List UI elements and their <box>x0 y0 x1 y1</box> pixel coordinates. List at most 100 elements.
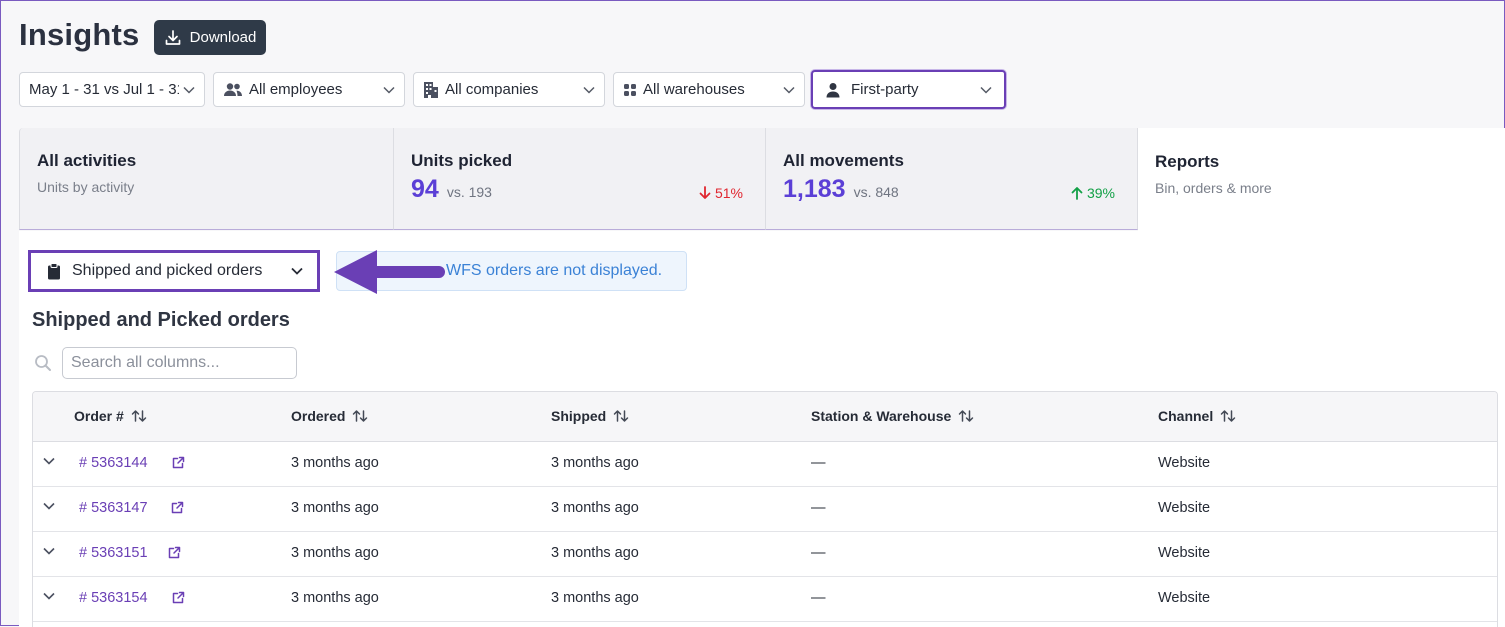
table-row: # 5363154 3 months ago 3 months ago — We… <box>33 576 1497 622</box>
metric-comparison: vs. 848 <box>853 184 899 200</box>
warehouses-label: All warehouses <box>643 81 745 98</box>
station-cell: — <box>811 545 826 561</box>
tab-all-movements[interactable]: All movements 1,183 vs. 848 39% <box>766 128 1138 230</box>
ordered-cell: 3 months ago <box>291 545 379 561</box>
ordered-cell: 3 months ago <box>291 455 379 471</box>
download-label: Download <box>189 29 257 46</box>
column-header-channel[interactable]: Channel <box>1158 408 1236 424</box>
party-label: First-party <box>851 81 919 98</box>
chevron-down-icon <box>583 86 595 94</box>
report-type-dropdown[interactable]: Shipped and picked orders <box>28 250 320 292</box>
external-link-icon[interactable] <box>172 591 185 604</box>
party-filter[interactable]: First-party <box>811 70 1006 109</box>
employees-label: All employees <box>249 81 343 98</box>
sort-icon <box>353 410 368 422</box>
channel-cell: Website <box>1158 545 1211 561</box>
page-title: Insights <box>19 17 140 52</box>
chevron-down-icon <box>783 86 795 94</box>
tab-title: All movements <box>783 151 904 170</box>
employees-filter[interactable]: All employees <box>213 72 405 107</box>
tab-subtitle: Bin, orders & more <box>1155 180 1272 196</box>
column-label: Station & Warehouse <box>811 408 952 424</box>
table-header: Order # Ordered Shipped Station & Wareho… <box>33 392 1497 442</box>
tab-title: All activities <box>37 151 137 170</box>
date-range-filter[interactable]: May 1 - 31 vs Jul 1 - 31 <box>19 72 205 107</box>
sort-icon <box>1220 410 1236 422</box>
external-link-icon[interactable] <box>168 546 181 559</box>
station-cell: — <box>811 455 826 471</box>
download-button[interactable]: Download <box>154 20 266 55</box>
station-cell: — <box>811 500 826 516</box>
date-range-label: May 1 - 31 vs Jul 1 - 31 <box>29 81 179 98</box>
shipped-cell: 3 months ago <box>551 455 639 471</box>
orders-table: Order # Ordered Shipped Station & Wareho… <box>32 391 1498 627</box>
person-icon <box>825 82 841 98</box>
tab-title: Reports <box>1155 152 1220 171</box>
delta-value: 51% <box>714 185 743 201</box>
grid-icon <box>623 83 637 97</box>
column-header-station[interactable]: Station & Warehouse <box>811 408 974 424</box>
report-type-label: Shipped and picked orders <box>72 262 263 279</box>
people-icon <box>223 82 243 98</box>
ordered-cell: 3 months ago <box>291 590 379 606</box>
shipped-cell: 3 months ago <box>551 590 639 606</box>
companies-filter[interactable]: All companies <box>413 72 605 107</box>
delta-badge: 39% <box>1071 185 1115 201</box>
column-header-order[interactable]: Order # <box>74 408 147 424</box>
metric-value: 94 <box>411 175 439 203</box>
channel-cell: Website <box>1158 455 1211 471</box>
warehouses-filter[interactable]: All warehouses <box>613 72 805 107</box>
station-cell: — <box>811 590 826 606</box>
chevron-down-icon <box>291 267 303 275</box>
column-header-ordered[interactable]: Ordered <box>291 408 368 424</box>
shipped-cell: 3 months ago <box>551 500 639 516</box>
column-label: Order # <box>74 408 124 424</box>
chevron-down-icon <box>980 86 992 94</box>
tab-all-activities[interactable]: All activities Units by activity <box>19 128 394 230</box>
column-header-shipped[interactable]: Shipped <box>551 408 629 424</box>
order-link[interactable]: # 5363151 <box>79 545 148 561</box>
metric-value: 1,183 <box>783 175 846 203</box>
external-link-icon[interactable] <box>172 456 185 469</box>
tab-title: Units picked <box>411 151 513 170</box>
order-link[interactable]: # 5363147 <box>79 500 148 516</box>
channel-cell: Website <box>1158 500 1211 516</box>
metric-comparison: vs. 193 <box>446 184 492 200</box>
building-icon <box>423 81 439 99</box>
column-label: Ordered <box>291 408 346 424</box>
chevron-down-icon[interactable] <box>42 546 56 556</box>
sort-icon <box>613 410 629 422</box>
external-link-icon[interactable] <box>171 501 184 514</box>
sort-icon <box>959 410 974 422</box>
arrow-down-icon <box>699 186 711 199</box>
search-input[interactable] <box>62 347 297 379</box>
chevron-down-icon <box>383 86 395 94</box>
chevron-down-icon[interactable] <box>42 501 56 511</box>
insights-tabs: All activities Units by activity Units p… <box>19 128 1505 231</box>
column-label: Shipped <box>551 408 607 424</box>
delta-badge: 51% <box>699 185 743 201</box>
order-link[interactable]: # 5363154 <box>79 590 148 606</box>
ordered-cell: 3 months ago <box>291 500 379 516</box>
tab-reports[interactable]: Reports Bin, orders & more <box>1138 128 1505 231</box>
chevron-down-icon[interactable] <box>42 591 56 601</box>
chevron-down-icon[interactable] <box>42 456 56 466</box>
chevron-down-icon <box>183 86 195 94</box>
companies-label: All companies <box>445 81 539 98</box>
tab-units-picked[interactable]: Units picked 94 vs. 193 51% <box>394 128 766 230</box>
download-icon <box>165 29 180 45</box>
clipboard-icon <box>48 262 60 279</box>
tab-subtitle: Units by activity <box>37 179 135 195</box>
section-title: Shipped and Picked orders <box>32 309 290 331</box>
shipped-cell: 3 months ago <box>551 545 639 561</box>
arrow-up-icon <box>1071 187 1083 200</box>
search-icon <box>35 355 51 371</box>
channel-cell: Website <box>1158 590 1211 606</box>
table-row: # 5363147 3 months ago 3 months ago — We… <box>33 486 1497 532</box>
order-link[interactable]: # 5363144 <box>79 455 148 471</box>
table-row: # 5363151 3 months ago 3 months ago — We… <box>33 531 1497 577</box>
table-row: # 5363144 3 months ago 3 months ago — We… <box>33 441 1497 487</box>
delta-value: 39% <box>1086 185 1115 201</box>
column-label: Channel <box>1158 408 1214 424</box>
sort-icon <box>131 410 147 422</box>
